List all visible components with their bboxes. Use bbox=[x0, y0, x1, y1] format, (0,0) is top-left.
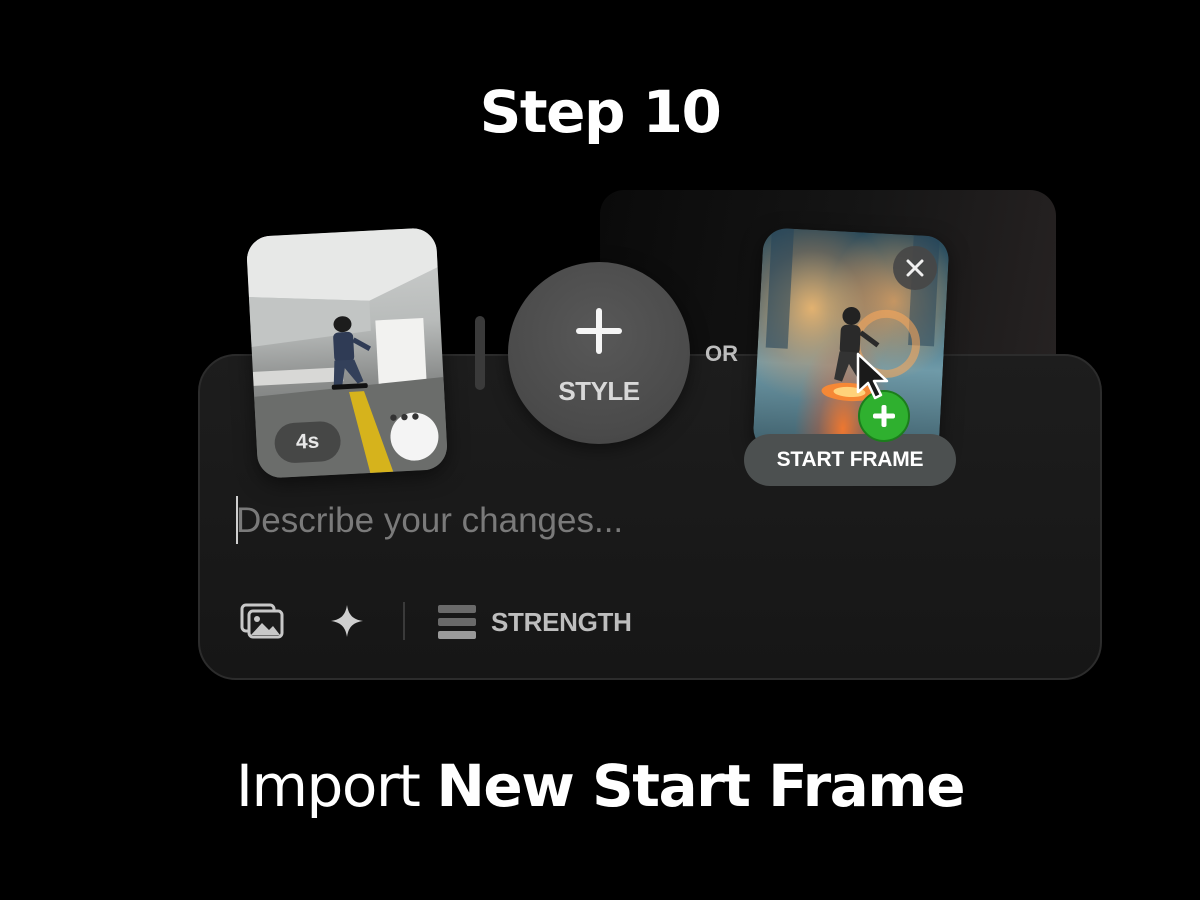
caption-light: Import bbox=[235, 752, 421, 820]
step-title: Step 10 bbox=[479, 78, 722, 146]
style-label: STYLE bbox=[558, 376, 640, 406]
plus-icon bbox=[873, 405, 895, 427]
mouse-cursor-icon bbox=[856, 352, 889, 400]
images-icon[interactable] bbox=[240, 603, 284, 639]
close-icon bbox=[906, 259, 924, 277]
plus-icon bbox=[576, 308, 622, 354]
caption: Import New Start Frame bbox=[0, 752, 1200, 820]
toolbar-divider bbox=[403, 602, 405, 640]
ellipsis-icon bbox=[390, 413, 419, 421]
strength-button[interactable]: STRENGTH bbox=[491, 607, 632, 638]
or-label: OR bbox=[705, 341, 738, 366]
style-button[interactable]: STYLE bbox=[508, 262, 690, 444]
caption-bold: New Start Frame bbox=[436, 752, 965, 820]
start-frame-badge: START FRAME bbox=[744, 434, 956, 486]
duration-badge: 4s bbox=[273, 420, 342, 464]
strength-bars-icon[interactable] bbox=[438, 605, 476, 639]
divider-bar bbox=[475, 316, 485, 390]
text-caret bbox=[236, 496, 238, 544]
video-clip-thumbnail[interactable]: 4s bbox=[245, 227, 449, 479]
remove-start-frame-button[interactable] bbox=[893, 246, 937, 290]
sparkle-icon[interactable] bbox=[330, 604, 364, 638]
prompt-input[interactable] bbox=[236, 496, 936, 546]
stage: Step 10 4s STYLE OR START FRAME Describe… bbox=[0, 0, 1200, 900]
